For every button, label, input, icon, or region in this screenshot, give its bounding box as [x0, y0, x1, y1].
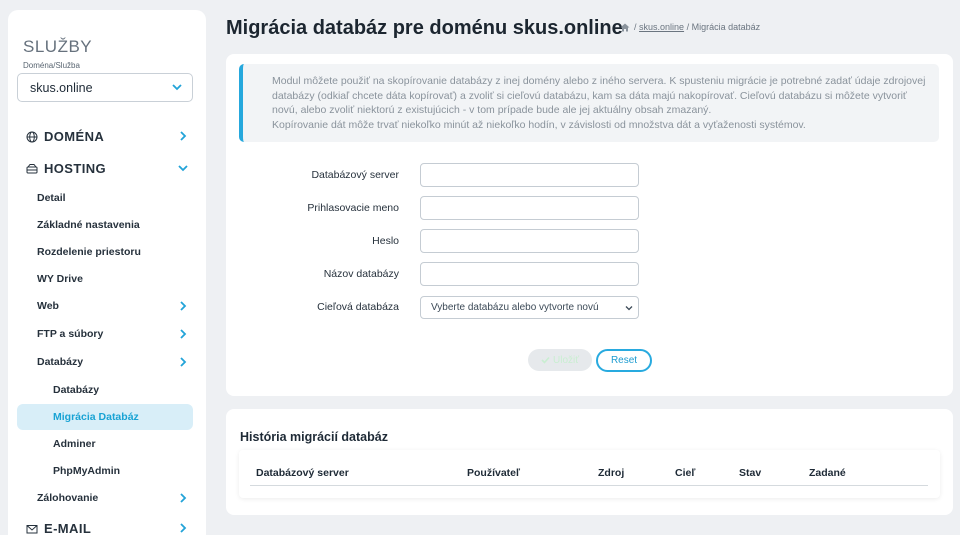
sidebar-item-email[interactable]: E-MAIL: [26, 521, 91, 535]
password-input[interactable]: [420, 229, 639, 253]
breadcrumb-separator: /: [686, 22, 690, 32]
sidebar-subitem-databazy[interactable]: Databázy: [53, 384, 99, 396]
table-divider: [250, 485, 928, 486]
chevron-right-icon[interactable]: [177, 492, 189, 504]
sidebar-item-databazy[interactable]: Databázy: [37, 356, 83, 368]
info-text: Modul môžete použiť na skopírovanie data…: [272, 75, 926, 116]
reset-button-label: Reset: [610, 355, 638, 366]
sidebar-item-ftp[interactable]: FTP a súbory: [37, 328, 103, 340]
column-header-source[interactable]: Zdroj: [598, 467, 624, 479]
column-header-target[interactable]: Cieľ: [675, 467, 695, 479]
sidebar-item-zalohovanie[interactable]: Zálohovanie: [37, 492, 98, 504]
db-name-label: Názov databázy: [323, 268, 399, 280]
home-icon[interactable]: [620, 23, 630, 32]
sidebar-item-domena[interactable]: DOMÉNA: [26, 129, 104, 144]
sidebar-subitem-migracia-databaz[interactable]: Migrácia Databáz: [53, 411, 139, 423]
db-server-input[interactable]: [420, 163, 639, 187]
column-header-user[interactable]: Používateľ: [467, 467, 520, 479]
globe-icon: [26, 131, 38, 142]
chevron-down-icon[interactable]: [177, 162, 189, 174]
mail-icon: [26, 524, 38, 533]
save-button[interactable]: Uložiť: [528, 349, 592, 371]
column-header-submitted[interactable]: Zadané: [809, 467, 846, 479]
sidebar-item-label: DOMÉNA: [44, 129, 105, 144]
history-table: Databázový server Používateľ Zdroj Cieľ …: [239, 450, 940, 498]
sidebar-item-rozdelenie-priestoru[interactable]: Rozdelenie priestoru: [37, 246, 141, 258]
save-button-label: Uložiť: [553, 354, 579, 366]
target-db-select-value: Vyberte databázu alebo vytvorte novú: [431, 302, 599, 313]
sidebar-item-wy-drive[interactable]: WY Drive: [37, 273, 83, 285]
chevron-down-icon: [625, 306, 633, 311]
sidebar-item-detail[interactable]: Detail: [37, 192, 66, 204]
history-title: História migrácií databáz: [240, 430, 388, 444]
sidebar-subtitle: Doména/Služba: [23, 61, 80, 70]
target-db-select[interactable]: Vyberte databázu alebo vytvorte novú: [420, 296, 639, 319]
chevron-right-icon[interactable]: [177, 328, 189, 340]
breadcrumb-separator: /: [634, 22, 637, 32]
breadcrumb-current: Migrácia databáz: [691, 22, 761, 32]
column-header-status[interactable]: Stav: [739, 467, 761, 479]
login-label: Prihlasovacie meno: [307, 202, 399, 214]
info-box: Modul môžete použiť na skopírovanie data…: [239, 64, 939, 142]
column-header-server[interactable]: Databázový server: [256, 467, 349, 479]
sidebar: SLUŽBY Doména/Služba skus.online DOMÉNA …: [8, 10, 206, 535]
reset-button[interactable]: Reset: [596, 349, 652, 372]
breadcrumb: / skus.online / Migrácia databáz: [620, 22, 760, 32]
sidebar-title: SLUŽBY: [23, 37, 93, 56]
sidebar-item-web[interactable]: Web: [37, 300, 59, 312]
sidebar-item-hosting[interactable]: HOSTING: [26, 161, 106, 176]
breadcrumb-link-domain[interactable]: skus.online: [639, 22, 684, 32]
chevron-right-icon[interactable]: [177, 522, 189, 534]
migration-form-card: Modul môžete použiť na skopírovanie data…: [226, 54, 953, 396]
domain-select[interactable]: skus.online: [17, 73, 193, 102]
info-text-secondary: Kopírovanie dát môže trvať niekoľko minú…: [272, 118, 806, 131]
password-label: Heslo: [372, 235, 399, 247]
chevron-right-icon[interactable]: [177, 356, 189, 368]
target-db-label: Cieľová databáza: [317, 301, 399, 313]
sidebar-item-label: E-MAIL: [44, 521, 92, 535]
db-name-input[interactable]: [420, 262, 639, 286]
chevron-right-icon[interactable]: [177, 130, 189, 142]
login-input[interactable]: [420, 196, 639, 220]
sidebar-subitem-phpmyadmin[interactable]: PhpMyAdmin: [53, 465, 120, 477]
server-icon: [26, 163, 38, 173]
history-card: História migrácií databáz Databázový ser…: [226, 409, 953, 515]
domain-select-value: skus.online: [30, 81, 93, 95]
sidebar-item-label: HOSTING: [44, 161, 107, 176]
chevron-down-icon: [172, 84, 182, 91]
sidebar-subitem-adminer[interactable]: Adminer: [53, 438, 96, 450]
check-icon: [541, 356, 550, 364]
chevron-right-icon[interactable]: [177, 300, 189, 312]
sidebar-item-zakladne-nastavenia[interactable]: Základné nastavenia: [37, 219, 140, 231]
db-server-label: Databázový server: [311, 169, 399, 181]
page-title: Migrácia databáz pre doménu skus.online: [226, 17, 623, 39]
